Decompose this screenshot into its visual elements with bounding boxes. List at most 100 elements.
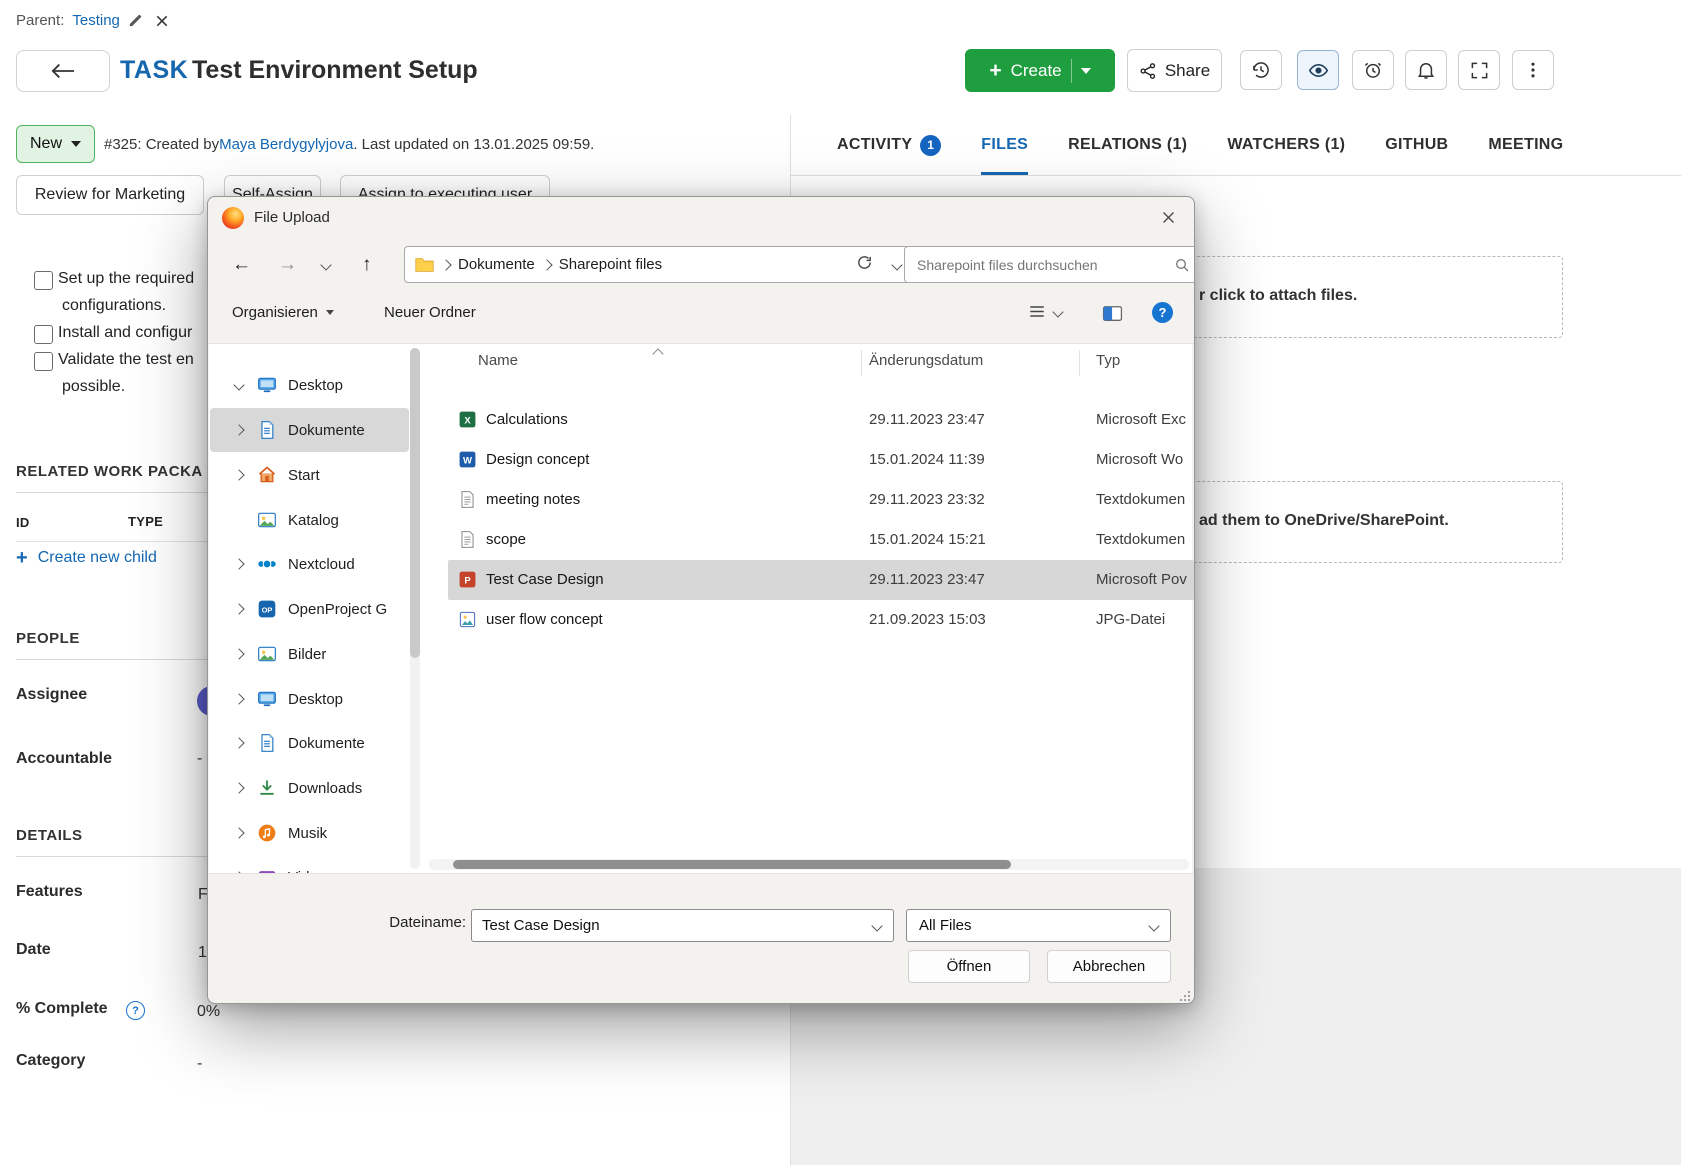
category-value[interactable]: -	[197, 1055, 202, 1073]
file-row-scope[interactable]: scope 15.01.2024 15:21 Textdokumen	[448, 520, 1194, 560]
open-button[interactable]: Öffnen	[908, 950, 1030, 983]
tab-activity[interactable]: ACTIVITY 1	[837, 115, 941, 175]
sort-ascending-icon[interactable]	[652, 348, 663, 359]
nav-forward-icon[interactable]: →	[278, 255, 297, 274]
monitor-icon	[256, 375, 278, 395]
column-header-date[interactable]: Änderungsdatum	[869, 352, 983, 369]
help-button[interactable]: ?	[1152, 302, 1173, 323]
create-button[interactable]: + Create	[965, 49, 1115, 92]
tree-item-start[interactable]: Start	[210, 453, 409, 497]
reminder-button[interactable]	[1352, 50, 1394, 90]
nav-up-icon[interactable]: ↑	[362, 255, 372, 274]
column-divider[interactable]	[861, 350, 862, 376]
address-dropdown-icon[interactable]	[891, 259, 902, 270]
author-link[interactable]: Maya Berdygylyjova	[219, 136, 353, 153]
preview-pane-icon[interactable]	[1102, 305, 1123, 322]
filename-combo[interactable]	[471, 909, 894, 942]
organize-button[interactable]: Organisieren	[232, 304, 334, 321]
tab-relations[interactable]: RELATIONS (1)	[1068, 115, 1187, 175]
more-button[interactable]	[1512, 50, 1554, 90]
tree-item-videos[interactable]: Videos	[210, 855, 409, 873]
cancel-button[interactable]: Abbrechen	[1047, 950, 1171, 983]
tree-item-musik[interactable]: Musik	[210, 811, 409, 855]
chevron-right-icon[interactable]	[233, 782, 244, 793]
parent-link[interactable]: Testing	[72, 12, 120, 29]
tree-item-bilder[interactable]: Bilder	[210, 632, 409, 676]
notifications-button[interactable]	[1405, 50, 1447, 90]
chevron-right-icon[interactable]	[233, 827, 244, 838]
organize-label: Organisieren	[232, 304, 318, 321]
file-row-design-concept[interactable]: W Design concept 15.01.2024 11:39 Micros…	[448, 440, 1194, 480]
nav-history-chevron-icon[interactable]	[320, 259, 331, 270]
date-value[interactable]: 1	[198, 944, 207, 962]
refresh-icon[interactable]	[856, 254, 873, 271]
edit-parent-icon[interactable]	[128, 13, 143, 28]
search-input[interactable]	[915, 256, 1174, 274]
chevron-down-icon[interactable]	[871, 920, 882, 931]
status-button[interactable]: New	[16, 125, 95, 163]
new-folder-button[interactable]: Neuer Ordner	[384, 304, 476, 321]
fullscreen-button[interactable]	[1458, 50, 1500, 90]
chevron-right-icon[interactable]	[233, 603, 244, 614]
column-header-type[interactable]: Typ	[1096, 352, 1120, 369]
tree-item-openproject[interactable]: OP OpenProject G	[210, 587, 409, 631]
dialog-close-icon[interactable]	[1161, 210, 1176, 225]
filename-input[interactable]	[472, 916, 873, 935]
history-button[interactable]	[1240, 50, 1282, 90]
filetype-select[interactable]: All Files	[906, 909, 1171, 942]
tree-item-dokumente[interactable]: Dokumente	[210, 408, 409, 452]
tree-item-desktop-2[interactable]: Desktop	[210, 677, 409, 721]
nav-back-icon[interactable]: ←	[232, 255, 251, 274]
breadcrumb-dokumente[interactable]: Dokumente	[458, 256, 535, 273]
resize-grip[interactable]	[1179, 990, 1191, 1002]
file-date: 29.11.2023 23:32	[869, 491, 985, 508]
file-row-calculations[interactable]: X Calculations 29.11.2023 23:47 Microsof…	[448, 400, 1194, 440]
checkbox[interactable]	[34, 325, 53, 344]
create-new-child-link[interactable]: + Create new child	[16, 548, 157, 568]
file-row-meeting-notes[interactable]: meeting notes 29.11.2023 23:32 Textdokum…	[448, 480, 1194, 520]
remove-parent-icon[interactable]	[155, 14, 169, 28]
chevron-right-icon[interactable]	[233, 424, 244, 435]
file-row-test-case-design[interactable]: P Test Case Design 29.11.2023 23:47 Micr…	[448, 560, 1194, 600]
file-type: Textdokumen	[1096, 531, 1192, 548]
column-header-name[interactable]: Name	[478, 352, 518, 369]
tree-item-nextcloud[interactable]: Nextcloud	[210, 542, 409, 586]
checkbox[interactable]	[34, 271, 53, 290]
tab-github[interactable]: GITHUB	[1385, 115, 1448, 175]
chevron-right-icon[interactable]	[233, 469, 244, 480]
help-icon[interactable]: ?	[126, 1001, 145, 1020]
breadcrumb-sharepoint-files[interactable]: Sharepoint files	[559, 256, 662, 273]
chevron-down-icon[interactable]	[233, 379, 244, 390]
tab-files[interactable]: FILES	[981, 115, 1028, 175]
view-mode-button[interactable]	[1028, 304, 1062, 319]
tab-meeting[interactable]: MEETING	[1488, 115, 1563, 175]
chevron-right-icon[interactable]	[233, 737, 244, 748]
tree-item-dokumente-2[interactable]: Dokumente	[210, 721, 409, 765]
column-divider[interactable]	[1079, 350, 1080, 376]
tab-watchers[interactable]: WATCHERS (1)	[1227, 115, 1345, 175]
dialog-title-bar[interactable]: File Upload	[208, 197, 1194, 239]
horizontal-scrollbar[interactable]	[429, 859, 1189, 870]
watch-button[interactable]	[1297, 50, 1339, 90]
file-row-user-flow-concept[interactable]: user flow concept 21.09.2023 15:03 JPG-D…	[448, 600, 1194, 640]
tree-item-desktop[interactable]: Desktop	[210, 363, 409, 407]
review-for-marketing-button[interactable]: Review for Marketing	[16, 175, 204, 215]
percent-complete-value[interactable]: 0%	[197, 1003, 220, 1021]
search-box[interactable]	[904, 246, 1195, 283]
activity-count-badge: 1	[920, 135, 941, 156]
back-button[interactable]	[16, 50, 110, 92]
assignee-label: Assignee	[16, 686, 87, 704]
chevron-right-icon[interactable]	[233, 558, 244, 569]
create-new-child-label: Create new child	[38, 549, 157, 567]
tree-scrollbar-thumb[interactable]	[410, 348, 420, 658]
chevron-right-icon[interactable]	[233, 648, 244, 659]
chevron-right-icon[interactable]	[233, 693, 244, 704]
address-bar[interactable]: Dokumente Sharepoint files	[404, 246, 912, 283]
tree-scrollbar[interactable]	[410, 348, 420, 869]
tree-item-downloads[interactable]: Downloads	[210, 766, 409, 810]
share-button[interactable]: Share	[1127, 49, 1222, 92]
tree-item-katalog[interactable]: Katalog	[210, 498, 409, 542]
horizontal-scrollbar-thumb[interactable]	[453, 860, 1011, 869]
checkbox[interactable]	[34, 352, 53, 371]
accountable-value[interactable]: -	[197, 750, 202, 768]
